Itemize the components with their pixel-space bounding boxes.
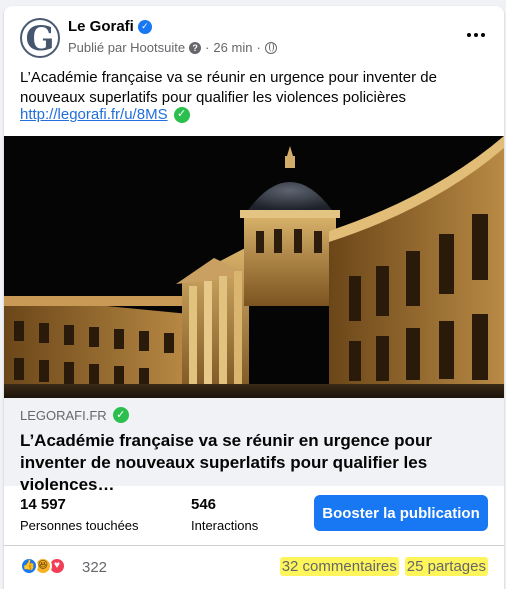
- post-time[interactable]: 26 min: [213, 40, 252, 55]
- reach-stat[interactable]: 14 597 Personnes touchées: [20, 496, 139, 533]
- reach-value: 14 597: [20, 496, 66, 513]
- post-header: G Le Gorafi ✓ Publié par Hootsuite ? · 2…: [4, 6, 504, 62]
- interactions-label: Interactions: [191, 518, 259, 533]
- post-image[interactable]: [4, 136, 504, 398]
- reaction-icons[interactable]: 👍 😆 ♥: [20, 557, 66, 575]
- like-icon: 👍: [20, 557, 38, 575]
- institut-de-france-photo: [4, 136, 504, 398]
- reach-label: Personnes touchées: [20, 518, 139, 533]
- verified-badge-icon: ✓: [137, 19, 152, 34]
- engagement-counts: 32 commentaires 25 partages: [279, 557, 488, 576]
- post-card: G Le Gorafi ✓ Publié par Hootsuite ? · 2…: [4, 6, 504, 589]
- post-text: L’Académie française va se réunir en urg…: [20, 69, 437, 106]
- reaction-count[interactable]: 322: [82, 559, 107, 576]
- dot: [467, 33, 471, 37]
- meta-separator: ·: [205, 40, 210, 55]
- comments-count[interactable]: 32 commentaires: [279, 557, 399, 576]
- interactions-stat[interactable]: 546 Interactions: [191, 496, 258, 533]
- post-link-row: http://legorafi.fr/u/8MS ✓: [20, 106, 190, 123]
- post-link[interactable]: http://legorafi.fr/u/8MS: [20, 106, 168, 123]
- avatar-logo: G: [25, 19, 55, 58]
- more-options-icon[interactable]: [464, 28, 488, 42]
- globe-icon[interactable]: [264, 41, 277, 54]
- post-insights: 14 597 Personnes touchées 546 Interactio…: [4, 486, 504, 546]
- page-name[interactable]: Le Gorafi: [68, 18, 134, 35]
- preview-domain: LEGORAFI.FR: [20, 407, 107, 423]
- shares-count[interactable]: 25 partages: [404, 557, 488, 576]
- page-avatar[interactable]: G: [20, 18, 60, 58]
- published-by: Publié par Hootsuite: [68, 40, 186, 55]
- reactions-bar: 👍 😆 ♥ 322 32 commentaires 25 partages: [4, 547, 504, 587]
- check-circle-icon: ✓: [173, 106, 190, 123]
- boost-post-button[interactable]: Booster la publication: [314, 495, 488, 531]
- question-icon[interactable]: ?: [189, 41, 202, 54]
- link-preview[interactable]: LEGORAFI.FR ✓ L’Académie française va se…: [4, 398, 504, 494]
- dot: [481, 33, 485, 37]
- dot: [474, 33, 478, 37]
- preview-domain-row: LEGORAFI.FR ✓: [20, 406, 488, 424]
- meta-separator: ·: [256, 40, 261, 55]
- check-circle-icon: ✓: [112, 407, 129, 423]
- post-meta: Publié par Hootsuite ? · 26 min ·: [68, 40, 277, 55]
- page-name-row: Le Gorafi ✓: [68, 18, 152, 35]
- interactions-value: 546: [191, 496, 217, 513]
